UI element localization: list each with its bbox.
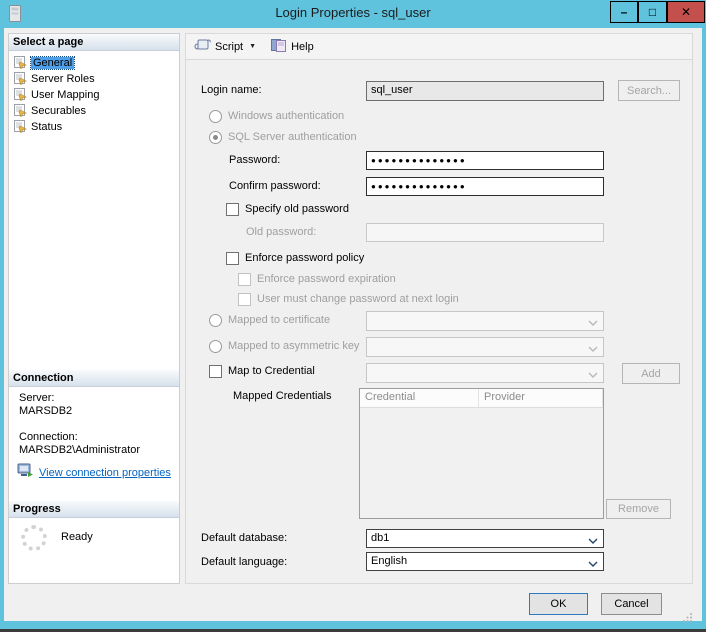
connection-label: Connection: [19,431,78,443]
add-button[interactable]: Add [622,363,680,384]
main-panel: Script ▼ Help Login name: sql_user Searc… [185,33,693,584]
chevron-down-icon [588,370,598,382]
mapped-credentials-table[interactable]: Credential Provider [359,388,604,519]
default-database-select[interactable]: db1 [366,529,604,548]
mapped-to-certificate-radio[interactable] [209,314,222,327]
specify-old-password-checkbox[interactable] [226,203,239,216]
cancel-button[interactable]: Cancel [601,593,662,615]
connection-properties-icon [17,463,34,483]
provider-column-header[interactable]: Provider [479,389,603,408]
page-icon [13,71,28,88]
progress-spinner-icon [21,525,47,551]
toolbar: Script ▼ Help [186,34,692,60]
confirm-password-label: Confirm password: [229,180,321,192]
help-icon [270,38,287,55]
sql-server-authentication-radio[interactable] [209,131,222,144]
asymmetric-key-select[interactable] [366,337,604,357]
sidebar: Select a page General Server Roles User … [8,33,180,584]
page-icon [13,103,28,120]
sidebar-item-label: User Mapping [31,89,99,101]
progress-status: Ready [61,531,93,543]
sidebar-item-user-mapping[interactable]: User Mapping [9,87,99,103]
view-connection-properties[interactable]: View connection properties [17,463,171,483]
select-a-page-header: Select a page [9,34,179,51]
must-change-password-label: User must change password at next login [257,293,459,305]
enforce-password-expiration-checkbox[interactable] [238,273,251,286]
sidebar-item-general[interactable]: General [9,55,74,71]
titlebar[interactable]: Login Properties - sql_user – □ ✕ [0,0,706,28]
mapped-to-certificate-label: Mapped to certificate [228,314,330,326]
chevron-down-icon [588,344,598,356]
maximize-button[interactable]: □ [638,1,667,23]
windows-authentication-radio[interactable] [209,110,222,123]
old-password-label: Old password: [246,226,316,238]
resize-grip[interactable] [683,609,693,627]
remove-button[interactable]: Remove [606,499,671,519]
enforce-password-policy-label: Enforce password policy [245,252,364,264]
page-icon [13,119,28,136]
map-to-credential-checkbox[interactable] [209,365,222,378]
default-language-value: English [371,555,407,567]
enforce-password-expiration-label: Enforce password expiration [257,273,396,285]
password-input[interactable]: ●●●●●●●●●●●●●● [366,151,604,170]
sidebar-item-label: Server Roles [31,73,95,85]
close-button[interactable]: ✕ [667,1,705,23]
script-dropdown-icon: ▼ [249,43,256,50]
server-value: MARSDB2 [19,405,72,417]
minimize-button[interactable]: – [610,1,638,23]
login-properties-window: Login Properties - sql_user – □ ✕ Select… [0,0,706,632]
default-language-select[interactable]: English [366,552,604,571]
sql-server-authentication-label: SQL Server authentication [228,131,357,143]
chevron-down-icon [588,536,598,548]
mapped-to-asymmetric-key-radio[interactable] [209,340,222,353]
view-connection-properties-link[interactable]: View connection properties [39,467,171,479]
old-password-input[interactable] [366,223,604,242]
login-name-input[interactable]: sql_user [366,81,604,101]
page-icon [13,55,28,72]
mapped-credentials-label: Mapped Credentials [233,390,331,402]
must-change-password-checkbox[interactable] [238,293,251,306]
sidebar-item-status[interactable]: Status [9,119,62,135]
enforce-password-policy-checkbox[interactable] [226,252,239,265]
ok-button[interactable]: OK [529,593,588,615]
default-database-label: Default database: [201,532,287,544]
server-label: Server: [19,392,54,404]
default-language-label: Default language: [201,556,287,568]
chevron-down-icon [588,559,598,571]
login-name-label: Login name: [201,84,262,96]
specify-old-password-label: Specify old password [245,203,349,215]
map-to-credential-label: Map to Credential [228,365,315,377]
confirm-password-input[interactable]: ●●●●●●●●●●●●●● [366,177,604,196]
page-icon [13,87,28,104]
chevron-down-icon [588,318,598,330]
sidebar-item-label: General [31,57,74,69]
progress-header: Progress [9,501,179,518]
password-label: Password: [229,154,280,166]
help-label: Help [291,41,314,53]
script-button[interactable]: Script ▼ [194,38,256,55]
credential-select[interactable] [366,363,604,383]
connection-header: Connection [9,370,179,387]
default-database-value: db1 [371,532,389,544]
connection-value: MARSDB2\Administrator [19,444,140,456]
credential-column-header[interactable]: Credential [360,389,479,408]
sidebar-item-server-roles[interactable]: Server Roles [9,71,95,87]
sidebar-item-securables[interactable]: Securables [9,103,86,119]
window-title: Login Properties - sql_user [0,5,706,20]
certificate-select[interactable] [366,311,604,331]
sidebar-item-label: Securables [31,105,86,117]
script-label: Script [215,41,243,53]
sidebar-item-label: Status [31,121,62,133]
script-icon [194,38,211,55]
table-header-row: Credential Provider [360,389,603,408]
windows-authentication-label: Windows authentication [228,110,344,122]
help-button[interactable]: Help [270,38,314,55]
search-button[interactable]: Search... [618,80,680,101]
mapped-to-asymmetric-key-label: Mapped to asymmetric key [228,340,359,352]
